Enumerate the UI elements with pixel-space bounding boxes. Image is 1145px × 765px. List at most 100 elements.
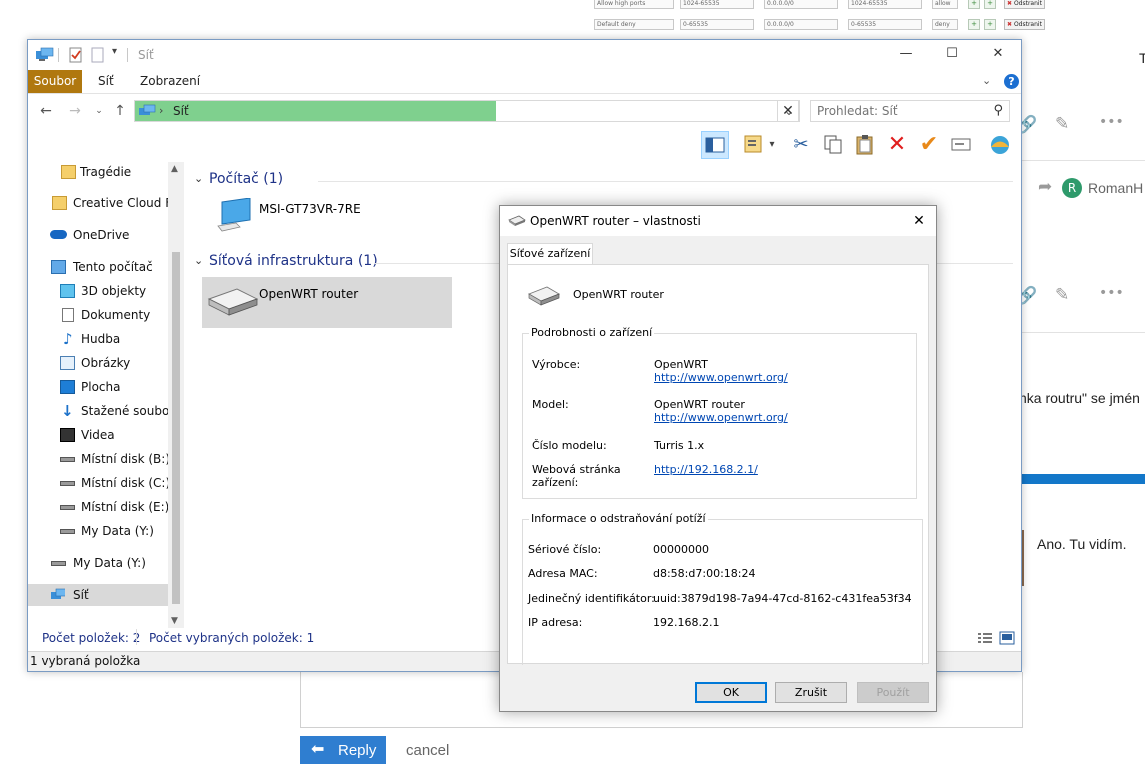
action-select[interactable]: deny — [932, 19, 958, 30]
ip-input[interactable]: 0.0.0.0/0 — [764, 19, 838, 30]
more-icon[interactable]: ••• — [1099, 114, 1124, 130]
help-icon[interactable]: ? — [1004, 74, 1019, 89]
address-bar[interactable]: › Síť ⌄ — [134, 100, 800, 122]
delete-label: Odstranit — [1013, 0, 1042, 7]
nav-pane-scrollbar[interactable]: ▲ ▼ — [168, 162, 184, 628]
port-range-input[interactable]: 1024-65535 — [680, 0, 754, 9]
nav-item-my-data-y[interactable]: My Data (Y:) — [28, 520, 168, 542]
nav-item-disk-c[interactable]: Místní disk (C:) — [28, 472, 168, 494]
dialog-close-button[interactable]: ✕ — [906, 210, 932, 232]
folder-icon — [61, 165, 76, 179]
rename-button[interactable] — [947, 131, 975, 159]
pictures-icon — [60, 356, 75, 370]
more-icon[interactable]: ••• — [1099, 285, 1124, 301]
scroll-up-icon[interactable]: ▲ — [171, 164, 178, 174]
large-icons-view-icon[interactable] — [999, 631, 1015, 645]
item-label: OpenWRT router — [259, 287, 359, 301]
copy-button[interactable] — [819, 131, 847, 159]
stop-loading-button[interactable]: ✕ — [777, 100, 799, 122]
forward-arrow-icon[interactable]: → — [66, 102, 84, 120]
ip-input[interactable]: 0.0.0.0/0 — [764, 0, 838, 9]
nav-item-desktop[interactable]: Plocha — [28, 376, 168, 398]
nav-item-my-data-y-root[interactable]: My Data (Y:) — [28, 552, 168, 574]
tab-network-device[interactable]: Síťové zařízení — [507, 243, 593, 265]
new-folder-icon[interactable] — [90, 47, 106, 63]
customize-quick-access-icon[interactable]: ▾ — [112, 46, 117, 62]
nav-item-tragedie[interactable]: Tragédie — [28, 162, 168, 183]
delete-rule-button[interactable]: ✖ Odstranit — [1004, 0, 1045, 9]
tab-file[interactable]: Soubor — [28, 70, 82, 93]
nav-item-documents[interactable]: Dokumenty — [28, 304, 168, 326]
network-item-router[interactable]: OpenWRT router — [202, 277, 452, 328]
avatar[interactable]: R — [1062, 178, 1082, 198]
port-range-input[interactable]: 0-65535 — [848, 19, 922, 30]
nav-item-onedrive[interactable]: OneDrive — [28, 224, 168, 246]
chevron-down-icon[interactable]: ⌄ — [194, 172, 203, 185]
scrollbar-thumb[interactable] — [172, 252, 180, 604]
rule-name-input[interactable]: Default deny — [594, 19, 674, 30]
maximize-button[interactable]: ☐ — [929, 40, 975, 70]
checkmark-icon[interactable]: ✔ — [915, 131, 943, 159]
port-range-input[interactable]: 0-65535 — [680, 19, 754, 30]
view-dropdown-icon[interactable]: ▾ — [765, 131, 779, 159]
port-range-input[interactable]: 1024-65535 — [848, 0, 922, 9]
nav-item-music[interactable]: ♪ Hudba — [28, 328, 168, 350]
close-button[interactable]: ✕ — [975, 40, 1021, 70]
reply-button[interactable]: ⬅ Reply — [300, 736, 386, 764]
cut-icon[interactable]: ✂ — [787, 131, 815, 159]
nav-item-disk-b[interactable]: Místní disk (B:) — [28, 448, 168, 470]
back-arrow-icon[interactable]: ← — [37, 102, 55, 120]
change-view-button[interactable] — [740, 131, 768, 159]
breadcrumb-network[interactable]: Síť — [173, 104, 189, 118]
apply-button[interactable]: Použít — [857, 682, 929, 703]
edit-pencil-icon[interactable]: ✎ — [1055, 285, 1069, 305]
details-view-icon[interactable] — [977, 631, 993, 645]
add-rule-button[interactable]: + — [968, 0, 980, 9]
minimize-button[interactable]: — — [883, 40, 929, 70]
network-icon — [36, 47, 54, 61]
network-item-computer[interactable]: MSI-GT73VR-7RE — [202, 192, 452, 238]
tab-view[interactable]: Zobrazení — [132, 70, 208, 93]
search-input[interactable] — [817, 103, 981, 119]
expand-ribbon-icon[interactable]: ⌄ — [982, 74, 991, 87]
scroll-down-icon[interactable]: ▼ — [171, 616, 178, 626]
cancel-link[interactable]: cancel — [406, 742, 449, 759]
nav-item-this-pc[interactable]: Tento počítač — [28, 256, 168, 278]
nav-item-pictures[interactable]: Obrázky — [28, 352, 168, 374]
add-rule-button[interactable]: + — [968, 19, 980, 30]
nav-item-creative-cloud[interactable]: Creative Cloud Fil — [28, 192, 168, 214]
breadcrumb-separator-icon[interactable]: › — [159, 104, 163, 117]
action-select[interactable]: allow — [932, 0, 958, 9]
preview-pane-button[interactable] — [701, 131, 729, 159]
add-rule-button[interactable]: + — [984, 0, 996, 9]
chevron-down-icon[interactable]: ⌄ — [194, 254, 203, 267]
up-arrow-icon[interactable]: ↑ — [111, 102, 129, 120]
tab-network[interactable]: Síť — [90, 70, 122, 93]
nav-item-downloads[interactable]: ↓ Stažené soubory — [28, 400, 168, 422]
author-name[interactable]: RomanH — [1088, 180, 1143, 196]
nav-item-disk-e[interactable]: Místní disk (E:) — [28, 496, 168, 518]
model-number-label: Číslo modelu: — [532, 439, 607, 452]
delete-icon[interactable]: ✕ — [883, 131, 911, 159]
ok-button[interactable]: OK — [695, 682, 767, 703]
edit-pencil-icon[interactable]: ✎ — [1055, 114, 1069, 134]
shell-icon[interactable] — [986, 131, 1014, 159]
address-progress — [135, 101, 496, 121]
nav-item-videos[interactable]: Videa — [28, 424, 168, 446]
recent-locations-icon[interactable]: ⌄ — [90, 102, 108, 120]
add-rule-button[interactable]: + — [984, 19, 996, 30]
paste-button[interactable] — [851, 131, 879, 159]
troubleshooting-group: Informace o odstraňování potíží Sériové … — [522, 512, 923, 665]
search-box[interactable]: ⚲ — [810, 100, 1010, 122]
manufacturer-url-link[interactable]: http://www.openwrt.org/ — [654, 371, 788, 384]
model-url-link[interactable]: http://www.openwrt.org/ — [654, 411, 788, 424]
cancel-button[interactable]: Zrušit — [775, 682, 847, 703]
group-header-label: Počítač (1) — [209, 171, 284, 187]
mac-value: d8:58:d7:00:18:24 — [653, 567, 756, 580]
delete-rule-button[interactable]: ✖ Odstranit — [1004, 19, 1045, 30]
nav-item-3d-objects[interactable]: 3D objekty — [28, 280, 168, 302]
properties-icon[interactable] — [68, 47, 84, 63]
nav-item-network[interactable]: Síť — [28, 584, 168, 606]
webpage-url-link[interactable]: http://192.168.2.1/ — [654, 463, 758, 476]
rule-name-input[interactable]: Allow high ports — [594, 0, 674, 9]
